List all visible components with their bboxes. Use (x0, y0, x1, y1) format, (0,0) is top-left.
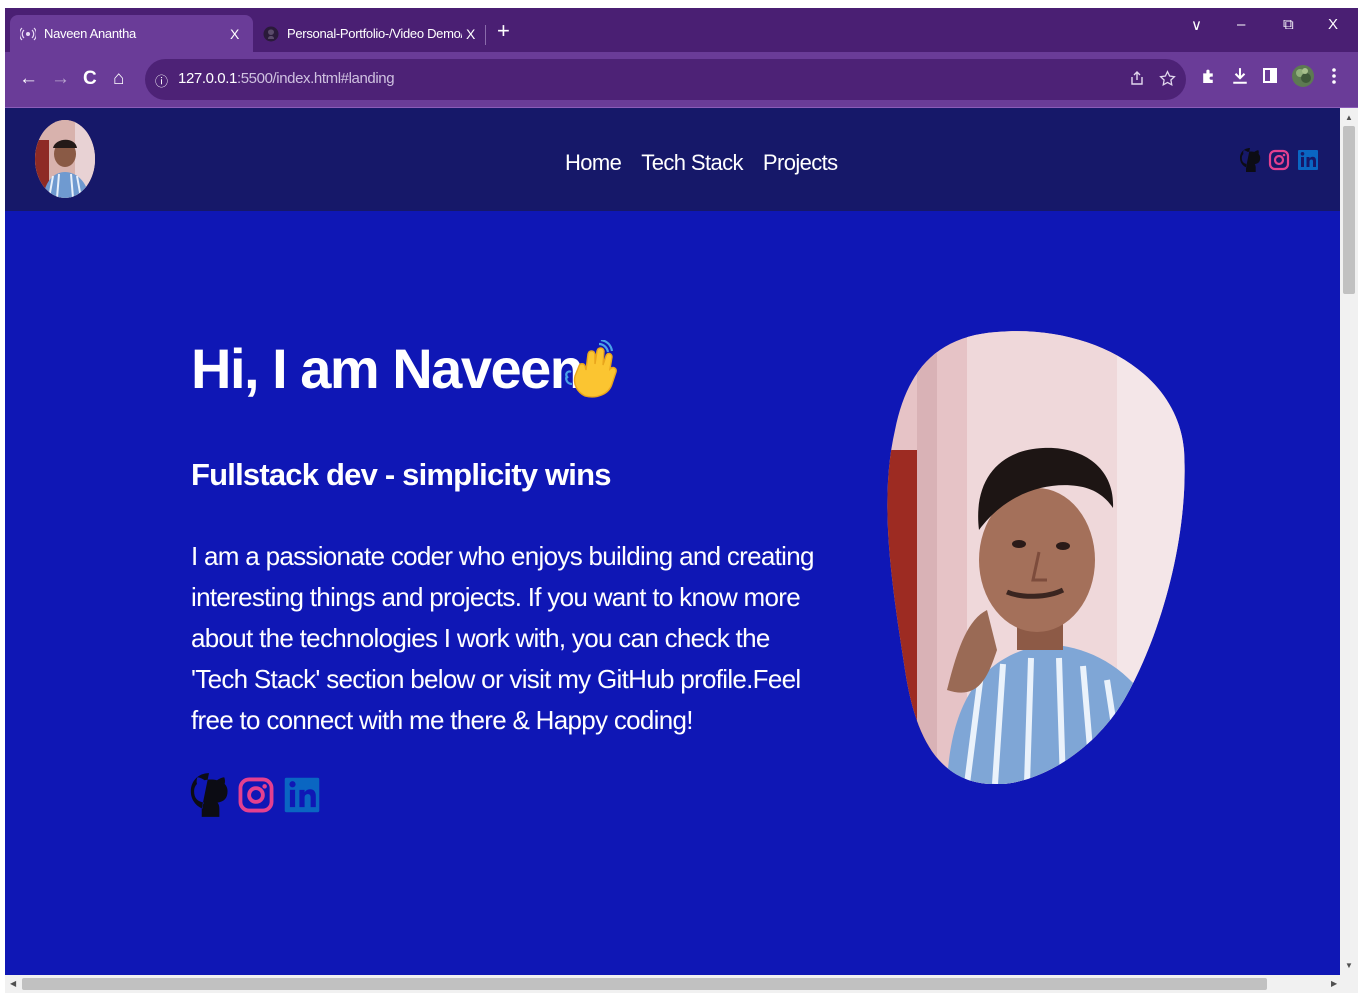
instagram-icon[interactable] (1268, 148, 1290, 177)
restore-button[interactable]: ⧉ (1283, 16, 1294, 33)
site-info-icon[interactable]: ⓘ (155, 71, 168, 90)
back-button[interactable]: ← (19, 68, 38, 90)
puzzle-icon[interactable] (1200, 67, 1217, 89)
nav-projects-link[interactable]: Projects (763, 150, 838, 176)
hero-title: Hi, I am Naveen (191, 337, 584, 400)
waving-hand-icon (565, 338, 620, 402)
instagram-icon[interactable] (237, 773, 275, 822)
github-icon (263, 26, 279, 42)
hero-subtitle: Fullstack dev - simplicity wins (191, 457, 611, 492)
sidebar-icon[interactable] (1262, 67, 1278, 89)
address-bar[interactable]: ⓘ 127.0.0.1:5500/index.html#landing (145, 59, 1186, 100)
hero-description: I am a passionate coder who enjoys build… (191, 541, 814, 735)
site-navbar: Home Tech Stack Projects (5, 108, 1340, 211)
linkedin-icon[interactable] (1297, 148, 1319, 177)
scroll-down-arrow[interactable]: ▼ (1345, 961, 1353, 970)
menu-icon[interactable] (1331, 67, 1337, 90)
nav-tech-stack-link[interactable]: Tech Stack (641, 150, 743, 176)
tab-close-button[interactable]: X (226, 26, 243, 42)
tab-search-button[interactable]: ∨ (1191, 16, 1202, 34)
star-icon[interactable] (1159, 70, 1176, 92)
profile-portrait (887, 330, 1185, 785)
browser-toolbar: ← → C ⌂ ⓘ 127.0.0.1:5500/index.html#land… (5, 52, 1358, 107)
page-viewport: Home Tech Stack Projects Hi, I am Naveen (5, 108, 1340, 975)
github-icon[interactable] (1239, 147, 1261, 178)
share-icon[interactable] (1129, 70, 1145, 91)
broadcast-icon (20, 26, 36, 42)
url-path: :5500/index.html#landing (236, 70, 395, 87)
new-tab-button[interactable]: + (497, 18, 510, 44)
download-icon[interactable] (1231, 67, 1249, 90)
tab-separator (485, 25, 486, 45)
tab-strip: Naveen Anantha X Personal-Portfolio-/Vid… (5, 8, 1358, 52)
nav-home-link[interactable]: Home (565, 150, 622, 176)
scroll-up-arrow[interactable]: ▲ (1345, 113, 1353, 122)
tab-github-repo[interactable]: Personal-Portfolio-/Video Demo/ X (253, 15, 489, 52)
profile-icon[interactable] (1291, 64, 1315, 93)
horizontal-scrollbar[interactable]: ◀ ▶ (5, 975, 1358, 993)
browser-window: Naveen Anantha X Personal-Portfolio-/Vid… (5, 8, 1358, 993)
hero-social-links (189, 771, 321, 824)
linkedin-icon[interactable] (283, 771, 321, 824)
home-button[interactable]: ⌂ (113, 68, 124, 90)
nav-social-links (1239, 147, 1319, 178)
vertical-scroll-thumb[interactable] (1343, 126, 1355, 294)
address-url: 127.0.0.1:5500/index.html#landing (178, 70, 395, 87)
tab-title: Personal-Portfolio-/Video Demo/ (287, 26, 462, 41)
scroll-left-arrow[interactable]: ◀ (10, 979, 16, 988)
forward-button[interactable]: → (51, 68, 70, 90)
url-host: 127.0.0.1 (178, 70, 237, 87)
github-icon[interactable] (189, 771, 229, 824)
reload-button[interactable]: C (83, 68, 97, 90)
vertical-scrollbar[interactable]: ▲ ▼ (1340, 108, 1358, 975)
horizontal-scroll-thumb[interactable] (22, 978, 1267, 990)
close-window-button[interactable]: X (1328, 16, 1338, 33)
avatar[interactable] (35, 120, 95, 198)
tab-title: Naveen Anantha (44, 26, 136, 41)
nav-links: Home Tech Stack Projects (565, 150, 838, 176)
minimize-button[interactable]: – (1237, 16, 1245, 33)
tab-naveen-anantha[interactable]: Naveen Anantha X (10, 15, 253, 52)
tab-close-button[interactable]: X (462, 26, 479, 42)
scroll-right-arrow[interactable]: ▶ (1331, 979, 1337, 988)
